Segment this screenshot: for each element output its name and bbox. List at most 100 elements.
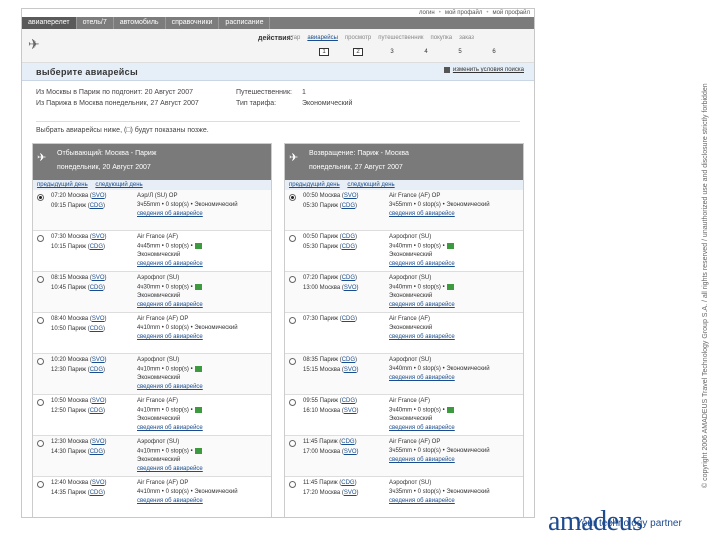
flight-radio[interactable] [37,358,44,365]
flight-details-link[interactable]: сведения об авиарейсе [389,302,523,308]
flight-row[interactable]: 12:30 Москва (SVO) 14:30 Париж (CDG) Аэроф… [33,436,271,477]
airport-code-link[interactable]: CDG [342,244,355,250]
tab-hotels[interactable]: отель/7 [77,17,114,29]
step-number[interactable]: 1 [307,48,341,56]
flight-row[interactable]: 10:50 Москва (SVO) 12:50 Париж (CDG) Air F… [33,395,271,436]
flight-row[interactable]: 07:20 Москва (SVO) 09:15 Париж (CDG) Аэр/Л… [33,190,271,231]
flight-radio[interactable] [37,317,44,324]
airport-code-link[interactable]: SVO [92,398,105,404]
change-search-button[interactable]: изменить условия поиска [443,67,524,73]
flight-row[interactable]: 10:20 Москва (SVO) 12:30 Париж (CDG) Аэроф… [33,354,271,395]
airport-code-link[interactable]: CDG [90,244,103,250]
flight-radio[interactable] [37,276,44,283]
flight-details-link[interactable]: сведения об авиарейсе [137,466,271,472]
info-icon[interactable] [194,284,202,290]
airport-code-link[interactable]: CDG [342,398,355,404]
flight-details-link[interactable]: сведения об авиарейсе [137,211,271,217]
airport-code-link[interactable]: CDG [342,316,355,322]
info-icon[interactable] [194,448,202,454]
airport-code-link[interactable]: CDG [342,234,355,240]
flight-row[interactable]: 07:30 Москва (SVO) 10:15 Париж (CDG) Air F… [33,231,271,272]
flight-details-link[interactable]: сведения об авиарейсе [137,425,271,431]
tab-cars[interactable]: автомобиль [114,17,166,29]
airport-code-link[interactable]: SVO [92,357,105,363]
tab-flights[interactable]: авиаперелет [22,17,77,29]
flight-radio[interactable] [289,481,296,488]
airport-code-link[interactable]: CDG [341,480,354,486]
step-number[interactable]: 2 [341,48,375,56]
airport-code-link[interactable]: SVO [92,480,105,486]
flight-details-link[interactable]: сведения об авиарейсе [137,334,271,340]
flight-details-link[interactable]: сведения об авиарейсе [389,375,523,381]
flight-details-link[interactable]: сведения об авиарейсе [389,425,523,431]
airport-code-link[interactable]: CDG [342,275,355,281]
flight-radio[interactable] [37,440,44,447]
prev-day-link[interactable]: предыдущий день [37,182,88,188]
airport-code-link[interactable]: SVO [344,449,357,455]
flight-details-link[interactable]: сведения об авиарейсе [137,384,271,390]
airport-code-link[interactable]: CDG [90,449,103,455]
flight-row[interactable]: 00:50 Париж (CDG) 05:30 Париж (CDG) Аэрофл… [285,231,523,272]
flight-details-link[interactable]: сведения об авиарейсе [389,498,523,504]
flight-row[interactable]: 08:15 Москва (SVO) 10:45 Париж (CDG) Аэроф… [33,272,271,313]
airport-code-link[interactable]: CDG [90,367,103,373]
top-link-profile[interactable]: мой профайл [445,10,483,16]
flight-details-link[interactable]: сведения об авиарейсе [389,261,523,267]
flight-row[interactable]: 11:45 Париж (CDG) 17:20 Москва (SVO) Аэроф… [285,477,523,517]
airport-code-link[interactable]: SVO [344,193,357,199]
airport-code-link[interactable]: CDG [342,357,355,363]
flight-radio[interactable] [37,235,44,242]
flight-radio[interactable] [289,440,296,447]
step-start[interactable]: стар [288,35,300,41]
top-link-login[interactable]: логин [419,10,435,16]
info-icon[interactable] [446,407,454,413]
flight-row[interactable]: 09:55 Париж (CDG) 16:10 Москва (SVO) Air F… [285,395,523,436]
flight-radio[interactable] [289,194,296,201]
airport-code-link[interactable]: CDG [341,439,354,445]
flight-radio[interactable] [289,399,296,406]
airport-code-link[interactable]: CDG [90,285,103,291]
flight-details-link[interactable]: сведения об авиарейсе [389,211,523,217]
top-link-profile-2[interactable]: мой профайл [492,10,530,16]
flight-details-link[interactable]: сведения об авиарейсе [137,261,271,267]
flight-row[interactable]: 08:40 Москва (SVO) 10:50 Париж (CDG) Air F… [33,313,271,354]
flight-row[interactable]: 07:20 Париж (CDG) 13:00 Москва (SVO) Аэроф… [285,272,523,313]
flight-radio[interactable] [37,481,44,488]
step-flights[interactable]: авиарейсы [307,35,338,41]
airport-code-link[interactable]: SVO [344,285,357,291]
flight-row[interactable]: 07:30 Париж (CDG) Air France (AF) Экономич… [285,313,523,354]
airport-code-link[interactable]: SVO [92,275,105,281]
flight-details-link[interactable]: сведения об авиарейсе [137,302,271,308]
flight-row[interactable]: 00:50 Москва (SVO) 05:30 Париж (CDG) Air F… [285,190,523,231]
info-icon[interactable] [194,366,202,372]
flight-radio[interactable] [289,317,296,324]
info-icon[interactable] [194,243,202,249]
info-icon[interactable] [194,407,202,413]
info-icon[interactable] [446,284,454,290]
airport-code-link[interactable]: CDG [90,490,103,496]
airport-code-link[interactable]: CDG [342,203,355,209]
flight-row[interactable]: 11:45 Париж (CDG) 17:00 Москва (SVO) Air F… [285,436,523,477]
flight-radio[interactable] [37,194,44,201]
flight-row[interactable]: 08:35 Париж (CDG) 15:15 Москва (SVO) Аэроф… [285,354,523,395]
airport-code-link[interactable]: CDG [90,203,103,209]
next-day-link[interactable]: следующий день [95,182,142,188]
airport-code-link[interactable]: SVO [92,234,105,240]
airport-code-link[interactable]: CDG [90,408,103,414]
flight-details-link[interactable]: сведения об авиарейсе [389,457,523,463]
airport-code-link[interactable]: SVO [344,367,357,373]
airport-code-link[interactable]: CDG [90,326,103,332]
airport-code-link[interactable]: SVO [92,193,105,199]
next-day-link[interactable]: следующий день [347,182,394,188]
flight-details-link[interactable]: сведения об авиарейсе [137,498,271,504]
flight-details-link[interactable]: сведения об авиарейсе [389,334,523,340]
airport-code-link[interactable]: SVO [92,439,105,445]
airport-code-link[interactable]: SVO [92,316,105,322]
tab-reference[interactable]: справочники [166,17,220,29]
flight-radio[interactable] [289,358,296,365]
flight-radio[interactable] [289,276,296,283]
airport-code-link[interactable]: SVO [344,408,357,414]
flight-radio[interactable] [37,399,44,406]
flight-radio[interactable] [289,235,296,242]
flight-row[interactable]: 12:40 Москва (SVO) 14:35 Париж (CDG) Air F… [33,477,271,517]
